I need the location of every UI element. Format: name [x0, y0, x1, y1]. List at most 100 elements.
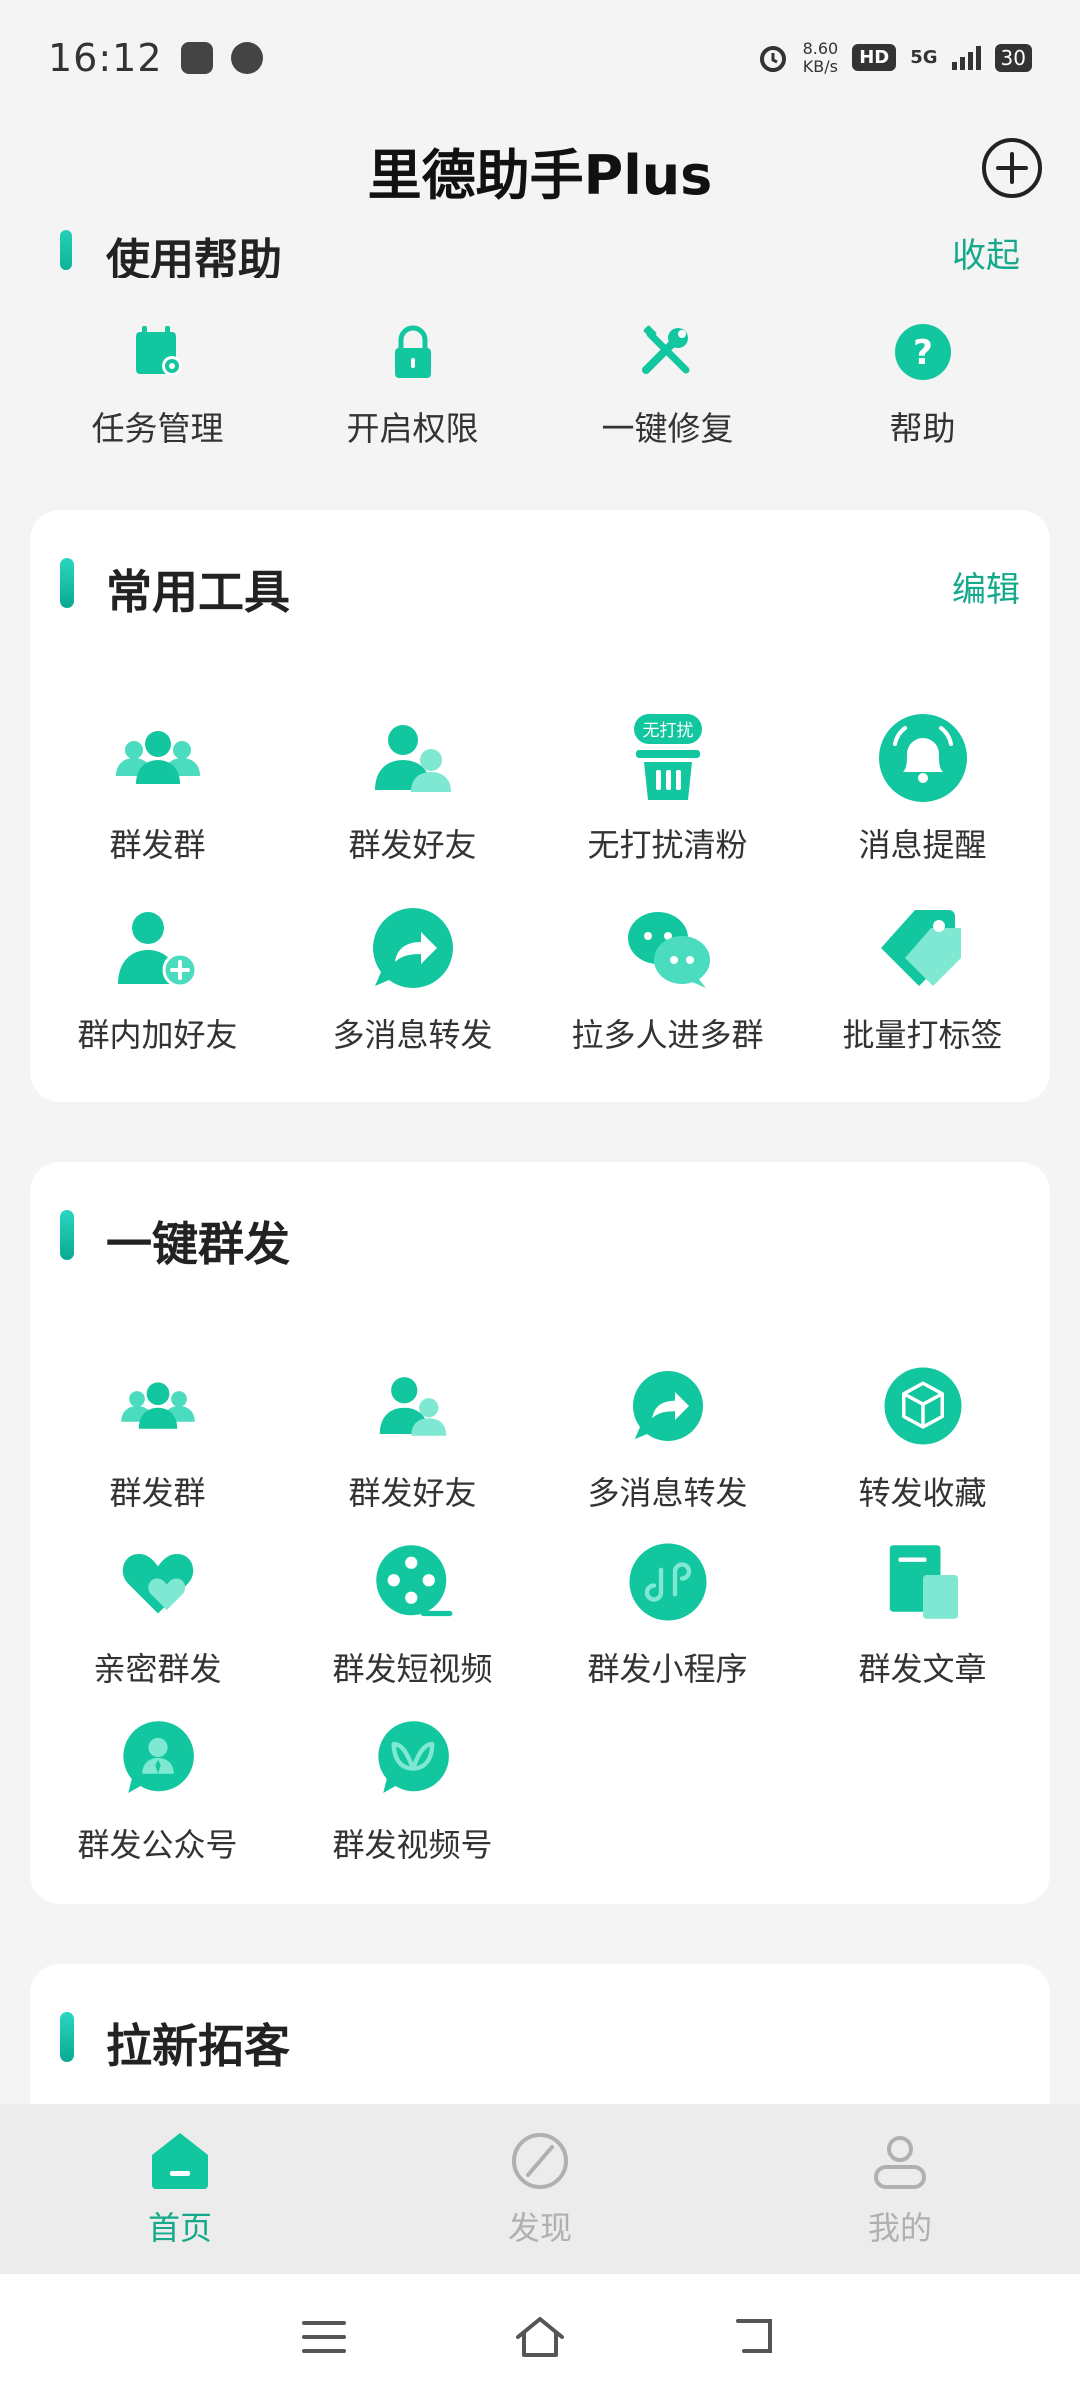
- mass-send-card: 一键群发 群发群 群发好友 多消息转发 转发收藏 亲密群发 群发短视频 群发小程…: [30, 1162, 1050, 1904]
- profile-icon: [874, 2136, 926, 2189]
- tool-label: 群发群: [109, 826, 206, 864]
- collapse-button[interactable]: 收起: [952, 228, 1020, 277]
- status-time: 16:12: [48, 35, 163, 80]
- question-icon: ?: [894, 324, 951, 380]
- page-title: 里德助手Plus: [367, 143, 713, 207]
- help-item-label: 开启权限: [346, 409, 479, 448]
- tool-official-account[interactable]: 群发公众号: [30, 1710, 285, 1886]
- tool-label: 群发好友: [348, 1474, 477, 1512]
- nav-home[interactable]: 首页: [30, 2129, 330, 2249]
- help-item-permissions[interactable]: 开启权限: [288, 320, 538, 470]
- help-item-label: 任务管理: [91, 409, 224, 448]
- help-items: 任务管理 开启权限 一键修复 ? 帮助: [30, 320, 1050, 470]
- mini-program-icon: [629, 1543, 706, 1621]
- plus-circle-icon[interactable]: [980, 136, 1044, 200]
- tool-label: 群发公众号: [77, 1826, 238, 1864]
- bottom-nav: 首页 发现 我的: [0, 2104, 1080, 2274]
- home-outline-icon[interactable]: [512, 2309, 568, 2365]
- group-icon: [115, 731, 200, 784]
- section-accent: [60, 1210, 74, 1260]
- card-header: 一键群发: [30, 1162, 1050, 1312]
- tool-mass-group[interactable]: 群发群: [30, 710, 285, 886]
- tool-mini-program[interactable]: 群发小程序: [540, 1534, 795, 1710]
- signal-bars-icon: [951, 45, 981, 70]
- tool-label: 群发群: [109, 1474, 206, 1512]
- notification-icon: [180, 41, 213, 74]
- signal-type: 5G: [910, 47, 938, 68]
- film-reel-icon: [375, 1545, 452, 1617]
- tool-article[interactable]: 群发文章: [795, 1534, 1050, 1710]
- card-title: 常用工具: [106, 565, 290, 619]
- mass-send-grid: 群发群 群发好友 多消息转发 转发收藏 亲密群发 群发短视频 群发小程序 群发文…: [30, 1358, 1050, 1886]
- tool-label: 多消息转发: [332, 1016, 493, 1054]
- add-friend-icon: [117, 912, 197, 988]
- help-item-label: 一键修复: [601, 409, 734, 448]
- help-section-title: 使用帮助: [106, 235, 282, 278]
- trash-badge-text: 无打扰: [642, 721, 693, 741]
- card-header: 常用工具 编辑: [30, 510, 1050, 660]
- battery-icon: 30: [994, 43, 1032, 72]
- tool-label: 转发收藏: [858, 1474, 987, 1512]
- tool-mass-friends[interactable]: 群发好友: [285, 1358, 540, 1534]
- card-title: 一键群发: [106, 1217, 290, 1271]
- nav-discover[interactable]: 发现: [390, 2129, 690, 2249]
- cube-icon: [884, 1367, 961, 1445]
- channels-icon: [377, 1721, 449, 1793]
- help-item-task-management[interactable]: 任务管理: [33, 320, 283, 470]
- tool-quiet-clean[interactable]: 无打扰 无打扰清粉: [540, 710, 795, 886]
- tool-short-video[interactable]: 群发短视频: [285, 1534, 540, 1710]
- tool-mass-friends[interactable]: 群发好友: [285, 710, 540, 886]
- official-account-icon: [122, 1721, 194, 1793]
- tag-icon: [880, 910, 961, 986]
- tool-multi-forward[interactable]: 多消息转发: [285, 900, 540, 1076]
- menu-icon[interactable]: [296, 2309, 352, 2365]
- help-section-header: 使用帮助 收起: [0, 220, 1080, 278]
- tool-channels[interactable]: 群发视频号: [285, 1710, 540, 1886]
- bell-icon: [878, 714, 967, 802]
- net-speed-value: 8.60: [802, 38, 839, 58]
- back-icon[interactable]: [728, 2309, 784, 2365]
- nav-label: 发现: [507, 2209, 572, 2247]
- system-nav-bar: [0, 2274, 1080, 2400]
- app-header: 里德助手Plus: [0, 120, 1080, 220]
- tool-message-reminder[interactable]: 消息提醒: [795, 710, 1050, 886]
- nav-label: 我的: [867, 2209, 932, 2247]
- help-item-help[interactable]: ? 帮助: [798, 320, 1048, 470]
- section-accent: [60, 558, 74, 608]
- net-speed-unit: KB/s: [802, 56, 838, 76]
- nav-profile[interactable]: 我的: [750, 2129, 1050, 2249]
- nav-label: 首页: [147, 2209, 212, 2247]
- tool-add-friend-in-group[interactable]: 群内加好友: [30, 900, 285, 1076]
- status-bar: 16:12 8.60 KB/s HD 5G 30: [0, 0, 1080, 115]
- common-tools-grid: 群发群 群发好友 无打扰 无打扰清粉 消息提醒 群内加好友 多消息转发 拉多人进…: [30, 710, 1050, 1076]
- friends-icon: [374, 725, 451, 792]
- tool-intimate-send[interactable]: 亲密群发: [30, 1534, 285, 1710]
- tool-mass-group[interactable]: 群发群: [30, 1358, 285, 1534]
- tool-label: 多消息转发: [587, 1474, 748, 1512]
- card-header: 拉新拓客: [30, 1964, 1050, 2114]
- tool-batch-tag[interactable]: 批量打标签: [795, 900, 1050, 1076]
- tool-label: 群发好友: [348, 826, 477, 864]
- forward-icon: [372, 908, 453, 988]
- svg-text:?: ?: [913, 333, 933, 373]
- lock-icon: [394, 325, 431, 378]
- home-icon: [152, 2133, 208, 2189]
- tool-label: 群发短视频: [332, 1650, 493, 1688]
- tool-label: 亲密群发: [93, 1650, 222, 1688]
- trash-icon: 无打扰: [633, 714, 702, 800]
- help-item-repair[interactable]: 一键修复: [543, 320, 793, 470]
- help-item-label: 帮助: [889, 409, 956, 448]
- net-speed: 8.60 KB/s: [802, 38, 839, 76]
- article-icon: [889, 1545, 958, 1619]
- tool-pull-into-groups[interactable]: 拉多人进多群: [540, 900, 795, 1076]
- tool-multi-forward[interactable]: 多消息转发: [540, 1358, 795, 1534]
- section-accent: [60, 230, 72, 270]
- edit-button[interactable]: 编辑: [952, 562, 1020, 611]
- hd-badge: HD: [852, 44, 897, 71]
- tool-label: 拉多人进多群: [571, 1016, 764, 1054]
- section-accent: [60, 2012, 74, 2062]
- tool-forward-favorites[interactable]: 转发收藏: [795, 1358, 1050, 1534]
- tools-icon: [641, 325, 689, 374]
- chat-bubbles-icon: [627, 912, 710, 988]
- tool-label: 无打扰清粉: [587, 826, 748, 864]
